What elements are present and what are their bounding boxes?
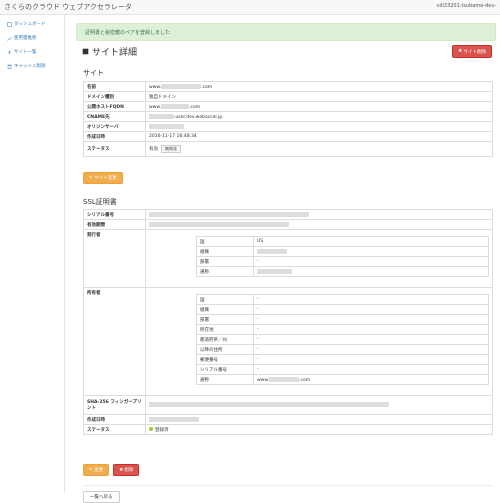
sidebar-item-usage[interactable]: 使用量推移 bbox=[0, 33, 64, 43]
table-row: ステータス 登録済 bbox=[83, 424, 493, 435]
table-row: 発行者 国 US 組織 部署 - 通称 bbox=[83, 229, 493, 288]
chart-icon bbox=[7, 36, 12, 41]
brand-title[interactable]: さくらのクラウド ウェブアクセラレータ bbox=[4, 2, 132, 12]
sidebar-item-dashboard[interactable]: ダッシュボード bbox=[0, 19, 64, 29]
edit-site-button[interactable]: ✎ サイト変更 bbox=[83, 172, 123, 184]
dashboard-icon bbox=[7, 21, 12, 27]
table-row: 有効期間 bbox=[83, 219, 493, 230]
delete-cert-button[interactable]: ✖ 削除 bbox=[113, 464, 140, 476]
success-alert: 証明書と秘密鍵のペアを登録しました bbox=[76, 23, 496, 41]
sidebar-item-label: ダッシュボード bbox=[14, 22, 46, 27]
sidebar-item-cache[interactable]: キャッシュ削除 bbox=[0, 61, 64, 71]
table-row: 公開ホストFQDN www. .com bbox=[83, 101, 493, 112]
sidebar: ダッシュボード 使用量推移 サイト一覧 キャッシュ削除 bbox=[0, 15, 65, 493]
book-icon bbox=[82, 48, 89, 55]
divider bbox=[83, 485, 493, 486]
ssl-section-heading: SSL証明書 bbox=[83, 198, 117, 206]
page-title: サイト詳細 bbox=[82, 45, 137, 58]
table-row: CNAME先 .user.dev.webaccel.jp. bbox=[83, 111, 493, 122]
top-navbar: さくらのクラウド ウェブアクセラレータ cdi33201.tsubame-dev… bbox=[0, 0, 500, 15]
delete-site-button[interactable]: ✖ サイト削除 bbox=[452, 45, 492, 58]
issuer-table: 国 US 組織 部署 - 通称 bbox=[196, 236, 489, 277]
table-row: ステータス 有効 無効化 bbox=[83, 141, 493, 157]
table-row: 作成日時 2016-11-17 16:48:34 bbox=[83, 131, 493, 142]
ssl-table: シリアル番号 有効期間 発行者 国 US 組織 部署 - 通称 所有者 国- 組織 -… bbox=[83, 209, 493, 435]
table-row: 名前 www. .com bbox=[83, 81, 493, 92]
sidebar-item-sites[interactable]: サイト一覧 bbox=[0, 47, 64, 57]
change-cert-button[interactable]: ✎ 変更 bbox=[83, 464, 110, 476]
table-row: オリジンサーバ bbox=[83, 121, 493, 132]
site-section-heading: サイト bbox=[83, 69, 104, 77]
alert-text: 証明書と秘密鍵のペアを登録しました bbox=[85, 30, 171, 36]
sidebar-item-label: 使用量推移 bbox=[14, 36, 37, 41]
table-row: SHA-256 フィンガープリント bbox=[83, 395, 493, 415]
table-row: 作成日時 bbox=[83, 414, 493, 425]
table-row: 所有者 国- 組織 - 部署 - 所在地 - 都道府県／州 - 以降の住所 - 郵便番号 -… bbox=[83, 287, 493, 396]
sidebar-item-label: キャッシュ削除 bbox=[14, 64, 46, 69]
owner-table: 国- 組織 - 部署 - 所在地 - 都道府県／州 - 以降の住所 - 郵便番号 - シリア… bbox=[196, 294, 489, 385]
table-row: シリアル番号 bbox=[83, 209, 493, 220]
disable-button[interactable]: 無効化 bbox=[161, 145, 181, 153]
user-account[interactable]: cdi33201.tsubame-dev- bbox=[437, 3, 496, 9]
status-dot-icon bbox=[149, 427, 153, 431]
trash-icon bbox=[7, 64, 12, 69]
site-icon bbox=[8, 50, 11, 54]
site-table: 名前 www. .com ドメイン種別 独自ドメイン 公開ホストFQDN www. .co… bbox=[83, 81, 493, 157]
sidebar-item-label: サイト一覧 bbox=[14, 50, 37, 55]
table-row: ドメイン種別 独自ドメイン bbox=[83, 91, 493, 102]
